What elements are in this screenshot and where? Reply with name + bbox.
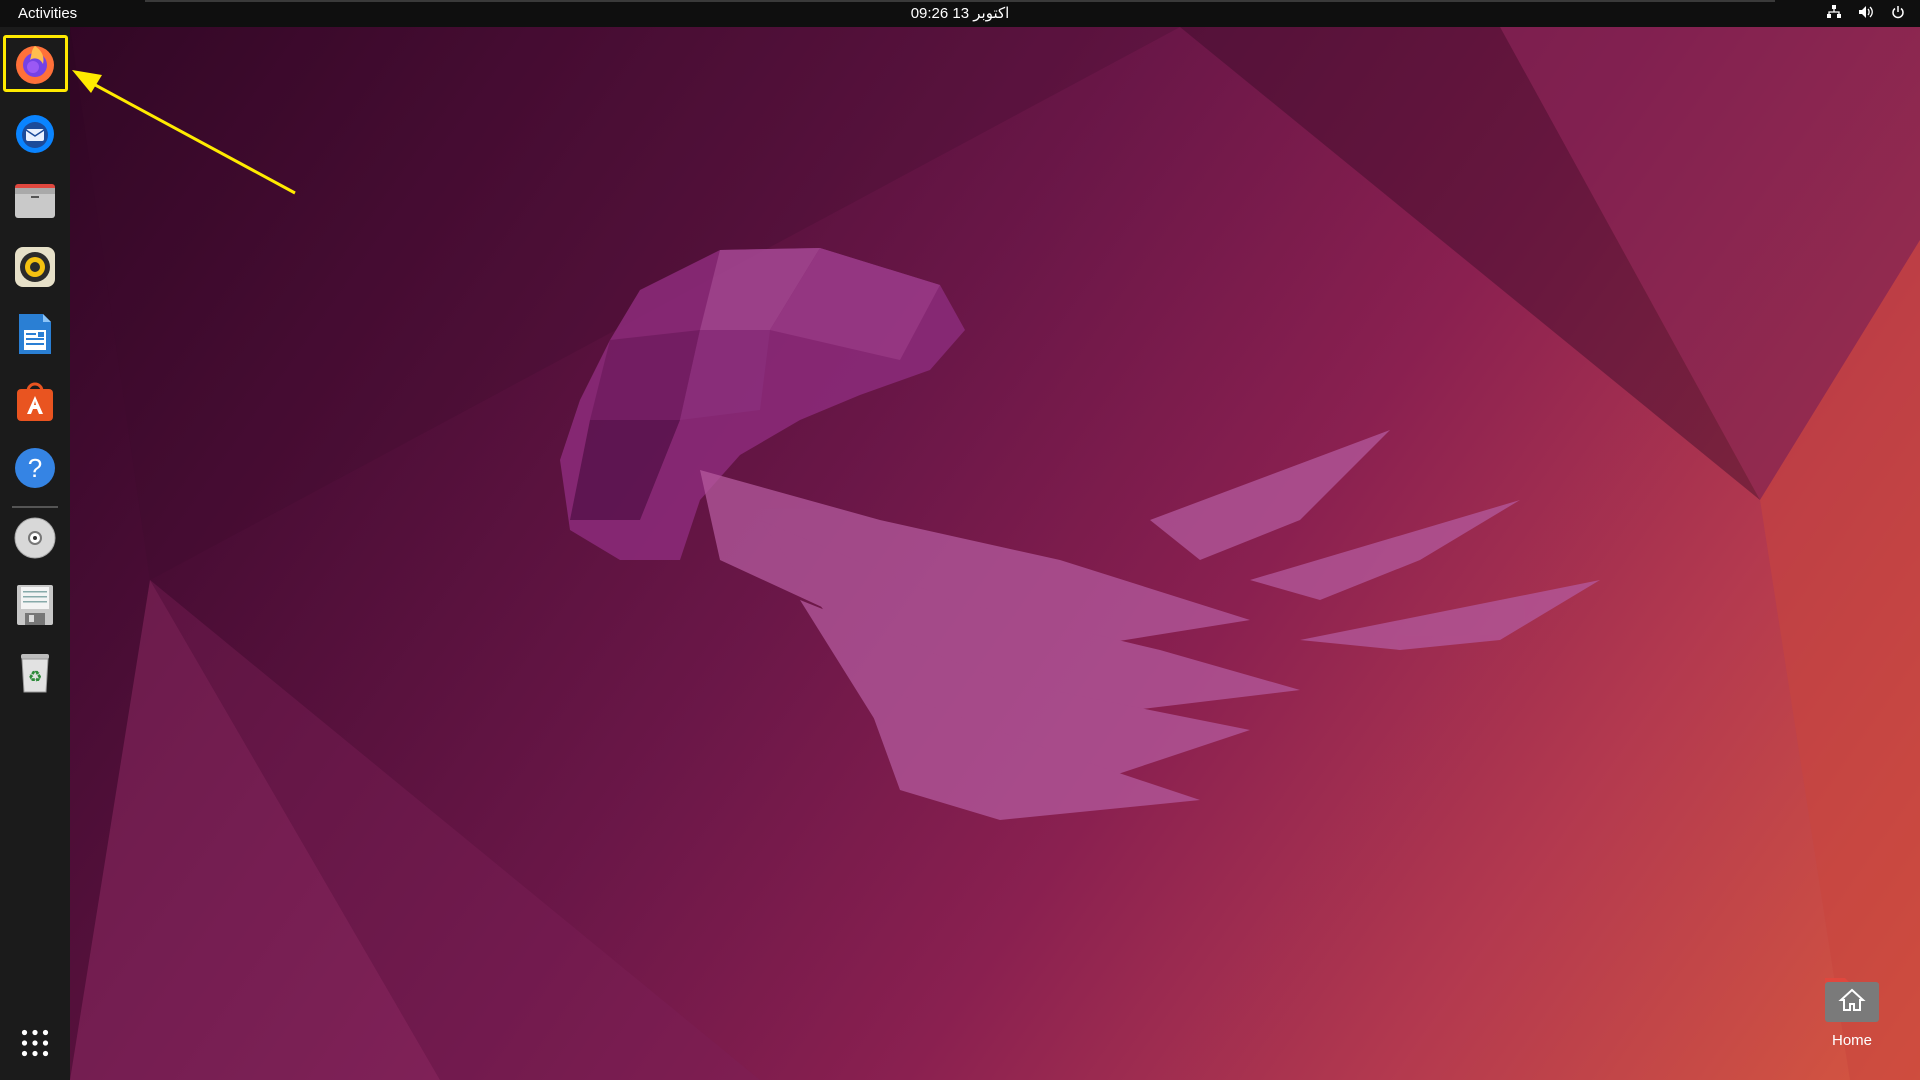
dock-item-ubuntu-software[interactable] (9, 375, 61, 427)
floppy-icon (17, 585, 53, 625)
dock-item-trash[interactable]: ♻ (9, 646, 61, 698)
volume-icon[interactable] (1858, 4, 1874, 20)
dock-item-floppy[interactable] (9, 579, 61, 631)
dock-item-thunderbird[interactable] (9, 107, 61, 159)
grid-icon (21, 1029, 49, 1057)
software-icon (17, 382, 53, 421)
trash-icon: ♻ (21, 654, 49, 693)
dock-item-disc[interactable] (9, 512, 61, 564)
files-icon (15, 184, 55, 218)
home-folder-icon (1825, 978, 1879, 1022)
clock-area: 09:26 13 اکتوبر (0, 4, 1920, 22)
activities-button[interactable]: Activities (18, 5, 77, 22)
home-folder-label: Home (1831, 1032, 1872, 1049)
dock-separator (12, 506, 58, 508)
firefox-highlight-box (3, 35, 68, 92)
desktop-wallpaper (0, 0, 1920, 1080)
wallpaper-art (70, 27, 1920, 1080)
dock: ? ♻ (0, 27, 70, 1080)
power-icon[interactable] (1890, 4, 1906, 20)
dock-item-rhythmbox[interactable] (9, 241, 61, 293)
show-apps-button[interactable] (9, 1017, 61, 1069)
svg-text:?: ? (28, 453, 42, 483)
rhythmbox-icon (15, 247, 55, 287)
svg-text:♻: ♻ (28, 667, 42, 686)
dock-item-files[interactable] (9, 174, 61, 226)
desktop-home-folder[interactable]: Home (1812, 972, 1892, 1062)
system-tray[interactable] (1826, 4, 1906, 20)
thunderbird-icon (16, 115, 54, 153)
help-icon: ? (15, 448, 55, 488)
topbar-divider (145, 0, 1775, 2)
network-icon[interactable] (1826, 4, 1842, 20)
dock-item-help[interactable]: ? (9, 442, 61, 494)
dock-item-libreoffice-writer[interactable] (9, 308, 61, 360)
writer-icon (19, 314, 51, 354)
top-bar: Activities 09:26 13 اکتوبر (0, 0, 1920, 27)
clock-button[interactable]: 09:26 13 اکتوبر (911, 5, 1010, 22)
disc-icon (14, 517, 56, 559)
